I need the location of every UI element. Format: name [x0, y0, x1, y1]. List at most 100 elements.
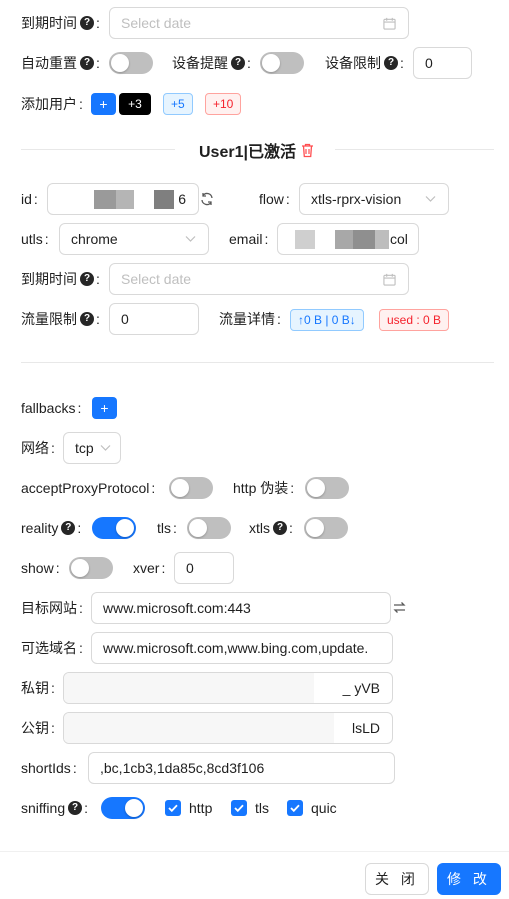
xtls-label: xtls?:: [249, 520, 293, 536]
email-input[interactable]: col: [277, 223, 419, 255]
sniffing-switch[interactable]: [101, 797, 145, 819]
private-key-row: 私钥:: [21, 672, 55, 704]
short-ids-row: shortIds:: [21, 752, 77, 784]
divider-left: [21, 149, 175, 150]
expiry-date-picker[interactable]: Select date: [109, 7, 409, 39]
redacted-block: [116, 190, 134, 209]
show-label: show:: [21, 560, 60, 576]
user-expiry-row: 到期时间?:: [21, 263, 100, 295]
id-input[interactable]: 6: [47, 183, 199, 215]
server-names-label: 可选域名:: [21, 640, 83, 656]
add-fallback-button[interactable]: +: [92, 397, 117, 419]
close-button[interactable]: 关 闭: [365, 863, 429, 895]
reality-switch[interactable]: [92, 517, 136, 539]
device-alert-switch[interactable]: [260, 52, 304, 74]
sniff-tls-label: tls: [255, 800, 269, 816]
private-key-label: 私钥:: [21, 680, 55, 696]
used-traffic-tag: used : 0 B: [379, 309, 450, 331]
short-ids-input[interactable]: ,bc,1cb3,1da85c,8cd3f106: [88, 752, 395, 784]
accept-proxy-switch[interactable]: [169, 477, 213, 499]
sniffing-row: sniffing?:: [21, 792, 88, 824]
network-row: 网络:: [21, 432, 55, 464]
check-icon: [234, 804, 244, 812]
email-row: email:: [229, 223, 268, 255]
add-user-button[interactable]: +: [91, 93, 116, 115]
sniff-http-checkbox[interactable]: [165, 800, 181, 816]
device-limit-label: 设备限制?:: [325, 55, 404, 71]
delete-icon[interactable]: [301, 143, 314, 158]
traffic-detail-row: 流量详情:: [219, 303, 281, 335]
target-site-input[interactable]: www.microsoft.com:443: [91, 592, 391, 624]
refresh-icon[interactable]: [200, 192, 214, 206]
calendar-icon: [383, 273, 396, 286]
sniff-tls-checkbox[interactable]: [231, 800, 247, 816]
tls-switch[interactable]: [187, 517, 231, 539]
traffic-limit-row: 流量限制?:: [21, 303, 100, 335]
help-icon[interactable]: ?: [80, 312, 94, 326]
add-3-users-button[interactable]: +3: [119, 93, 151, 115]
xver-row: xver:: [133, 552, 165, 584]
footer-divider: [0, 851, 509, 852]
help-icon[interactable]: ?: [80, 272, 94, 286]
redacted-block: [64, 673, 314, 703]
xtls-switch[interactable]: [304, 517, 348, 539]
expiry-row: 到期时间?:: [21, 7, 100, 39]
redacted-block: [64, 713, 334, 743]
help-icon[interactable]: ?: [231, 56, 245, 70]
auto-reset-label: 自动重置?:: [21, 55, 100, 71]
traffic-limit-input[interactable]: 0: [109, 303, 199, 335]
help-icon[interactable]: ?: [68, 801, 83, 815]
tls-label: tls:: [157, 520, 177, 536]
tls-row: tls:: [157, 512, 177, 544]
public-key-label: 公钥:: [21, 720, 55, 736]
user-expiry-label: 到期时间?:: [21, 271, 100, 287]
utls-row: utls:: [21, 223, 49, 255]
add-5-users-button[interactable]: +5: [163, 93, 193, 115]
flow-row: flow:: [259, 183, 290, 215]
add-user-label: 添加用户:: [21, 96, 83, 112]
help-icon[interactable]: ?: [80, 16, 94, 30]
server-names-row: 可选域名:: [21, 632, 83, 664]
sniff-quic-checkbox[interactable]: [287, 800, 303, 816]
device-limit-row: 设备限制?:: [325, 47, 404, 79]
target-site-row: 目标网站:: [21, 592, 83, 624]
help-icon[interactable]: ?: [80, 56, 94, 70]
section-divider: [21, 362, 494, 363]
network-select[interactable]: tcp: [63, 432, 121, 464]
user-expiry-date-picker[interactable]: Select date: [109, 263, 409, 295]
accept-proxy-label: acceptProxyProtocol:: [21, 480, 156, 496]
email-label: email:: [229, 231, 269, 247]
traffic-limit-label: 流量限制?:: [21, 311, 100, 327]
swap-icon[interactable]: [393, 601, 406, 614]
auto-reset-switch[interactable]: [109, 52, 153, 74]
help-icon[interactable]: ?: [384, 56, 398, 70]
redacted-block: [353, 230, 375, 249]
xver-input[interactable]: 0: [174, 552, 234, 584]
add-10-users-button[interactable]: +10: [205, 93, 242, 115]
device-limit-input[interactable]: 0: [413, 47, 472, 79]
id-row: id:: [21, 183, 38, 215]
help-icon[interactable]: ?: [273, 521, 287, 535]
show-switch[interactable]: [69, 557, 113, 579]
xtls-row: xtls?:: [249, 512, 293, 544]
redacted-block: [295, 230, 315, 249]
utls-select[interactable]: chrome: [59, 223, 209, 255]
device-alert-row: 设备提醒?:: [172, 47, 251, 79]
private-key-input[interactable]: _ yVB: [63, 672, 393, 704]
traffic-detail-label: 流量详情:: [219, 311, 281, 327]
device-alert-label: 设备提醒?:: [172, 55, 251, 71]
server-names-input[interactable]: www.microsoft.com,www.bing.com,update.: [91, 632, 393, 664]
modify-button[interactable]: 修 改: [437, 863, 501, 895]
flow-label: flow:: [259, 191, 290, 207]
http-camouflage-switch[interactable]: [305, 477, 349, 499]
add-user-row: 添加用户:: [21, 88, 83, 120]
redacted-block: [335, 230, 353, 249]
sniff-http-label: http: [189, 800, 213, 816]
help-icon[interactable]: ?: [61, 521, 76, 535]
public-key-input[interactable]: lsLD: [63, 712, 393, 744]
short-ids-label: shortIds:: [21, 760, 77, 776]
divider-right: [335, 149, 494, 150]
flow-select[interactable]: xtls-rprx-vision: [299, 183, 449, 215]
traffic-detail-tag: ↑0 B | 0 B↓: [290, 309, 364, 331]
redacted-block: [94, 190, 116, 209]
